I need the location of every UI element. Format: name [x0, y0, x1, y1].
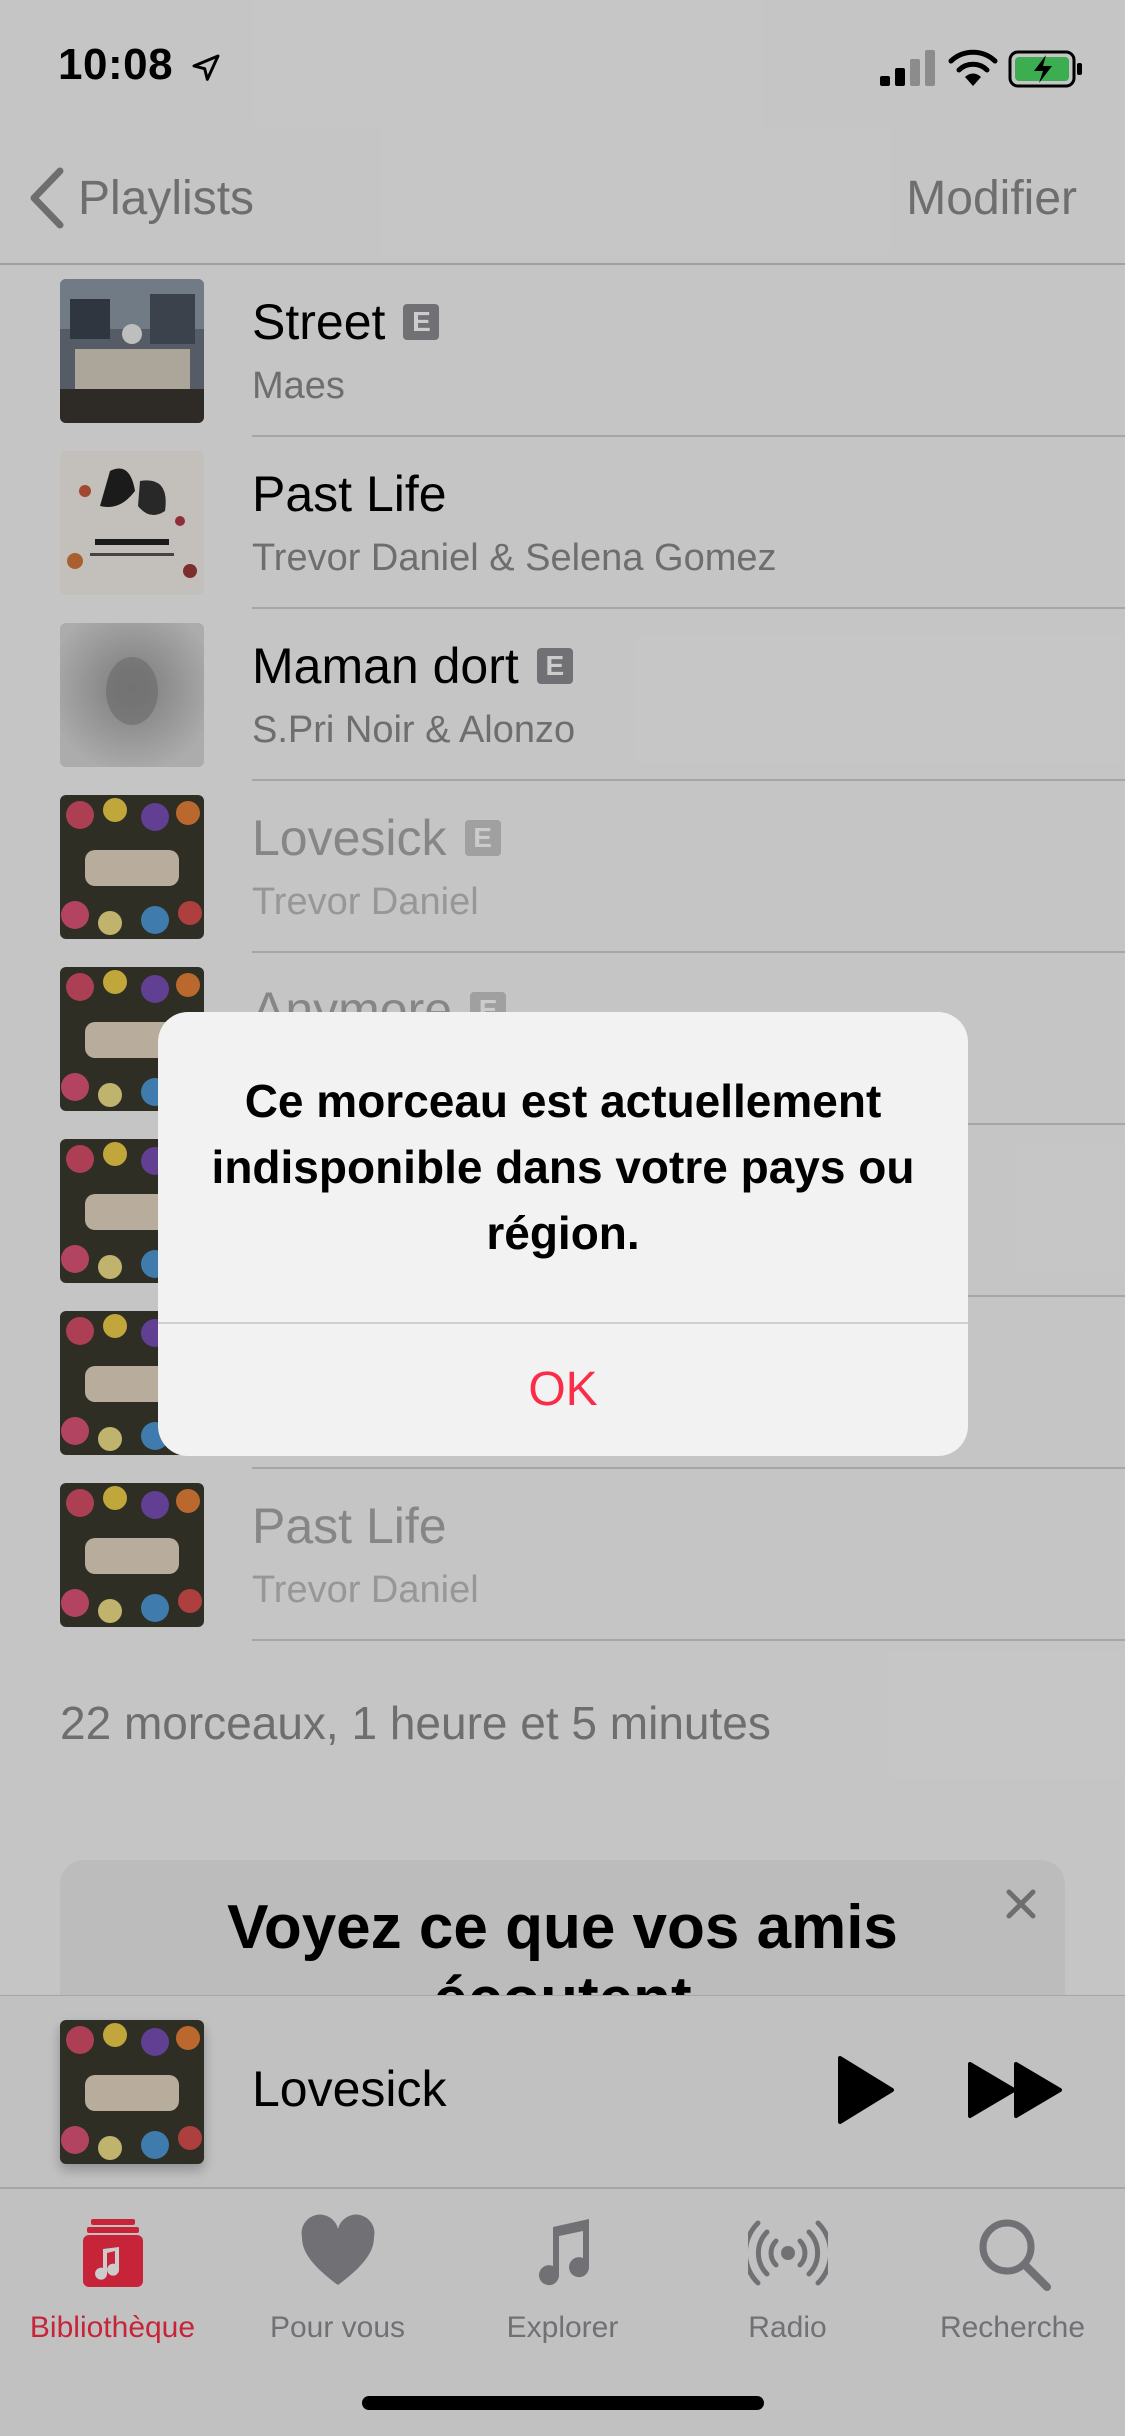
- alert-dialog: Ce morceau est actuellement indisponible…: [158, 1012, 968, 1456]
- alert-message: Ce morceau est actuellement indisponible…: [211, 1075, 915, 1259]
- alert-ok-button[interactable]: OK: [158, 1324, 968, 1456]
- home-indicator[interactable]: [362, 2396, 764, 2410]
